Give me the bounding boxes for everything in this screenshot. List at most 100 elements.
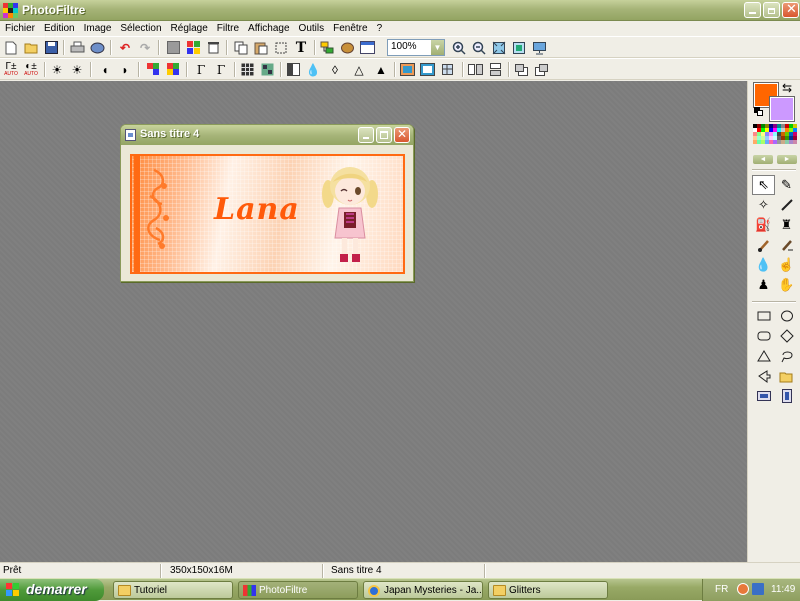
saturation-minus-icon[interactable] (144, 61, 162, 78)
brightness-plus-icon[interactable]: ☀ (68, 61, 86, 78)
chevron-down-icon[interactable]: ▼ (431, 40, 444, 55)
blur-icon[interactable]: 💧 (752, 255, 775, 275)
frame-icon[interactable] (418, 61, 436, 78)
fullscreen-icon[interactable] (510, 39, 528, 56)
saturation-plus-icon[interactable] (164, 61, 182, 78)
pointer-tool-icon[interactable]: ⇖ (752, 175, 775, 195)
new-icon[interactable] (2, 39, 20, 56)
text-tool-icon[interactable]: T (292, 39, 310, 56)
close-button[interactable]: ✕ (782, 2, 799, 18)
layers-icon[interactable] (318, 39, 336, 56)
mosaic-icon[interactable] (258, 61, 276, 78)
brightness-minus-icon[interactable]: ☀ (48, 61, 66, 78)
menu-reglage[interactable]: Réglage (167, 21, 213, 36)
advanced-brush-icon[interactable] (775, 235, 798, 255)
smudge-icon[interactable]: ☝ (775, 255, 798, 275)
grid-icon[interactable] (238, 61, 256, 78)
gamma-plus-icon[interactable]: Γ (212, 61, 230, 78)
auto-contrast-icon[interactable]: ◐± AUTO (22, 61, 40, 78)
image-canvas[interactable]: Lana (130, 154, 405, 274)
color-palette[interactable] (753, 124, 797, 152)
rounded-rect-icon[interactable] (752, 326, 775, 346)
undo-icon[interactable]: ↶ (116, 39, 134, 56)
document-title-bar[interactable]: Sans titre 4 ✕ (121, 125, 413, 145)
zoom-select[interactable]: 100% ▼ (387, 39, 445, 56)
swap-colors-icon[interactable]: ⇆ (782, 81, 792, 95)
menu-help[interactable]: ? (373, 21, 388, 36)
invert-icon[interactable] (284, 61, 302, 78)
triangle-sharp-icon[interactable]: ▲ (372, 61, 390, 78)
color-grid-icon[interactable] (184, 39, 202, 56)
save-icon[interactable] (42, 39, 60, 56)
clone-stamp-icon[interactable]: ♟ (752, 275, 775, 295)
zoom-out-icon[interactable] (470, 39, 488, 56)
transform-icon[interactable] (438, 61, 456, 78)
lasso-icon[interactable] (775, 346, 798, 366)
eyedropper-icon[interactable]: ✎ (775, 175, 798, 195)
grey-square-icon[interactable] (164, 39, 182, 56)
copy-icon[interactable] (232, 39, 250, 56)
doc-maximize-button[interactable] (376, 127, 392, 143)
trash-icon[interactable] (204, 39, 222, 56)
image-effect-icon[interactable] (398, 61, 416, 78)
flip-v-icon[interactable] (486, 61, 504, 78)
menu-fichier[interactable]: Fichier (1, 21, 40, 36)
menu-image[interactable]: Image (80, 21, 117, 36)
window-icon[interactable] (358, 39, 376, 56)
palette-next-icon[interactable]: ► (777, 155, 797, 164)
polygon-lasso-icon[interactable] (752, 366, 775, 386)
triangle-shape-icon[interactable] (752, 346, 775, 366)
redo-icon[interactable]: ↷ (136, 39, 154, 56)
selection-h-icon[interactable] (752, 386, 775, 406)
print-icon[interactable] (68, 39, 86, 56)
drop-icon[interactable]: 💧 (304, 61, 322, 78)
open-shape-icon[interactable] (775, 366, 798, 386)
palette-prev-icon[interactable]: ◄ (753, 155, 773, 164)
gamma-minus-icon[interactable]: Γ (192, 61, 210, 78)
flip-h-icon[interactable] (466, 61, 484, 78)
auto-levels-icon[interactable]: Γ± AUTO (2, 61, 20, 78)
doc-close-button[interactable]: ✕ (394, 127, 410, 143)
minimize-button[interactable] (744, 2, 761, 18)
menu-edition[interactable]: Edition (40, 21, 80, 36)
fill-bucket-icon[interactable]: ⛽ (752, 215, 775, 235)
hand-icon[interactable]: ✋ (775, 275, 798, 295)
task-photofiltre[interactable]: PhotoFiltre (238, 581, 358, 599)
menu-affichage[interactable]: Affichage (244, 21, 295, 36)
paste-icon[interactable] (252, 39, 270, 56)
drop-outline-icon[interactable]: ◊ (326, 61, 344, 78)
zoom-in-icon[interactable] (450, 39, 468, 56)
rotate-right-icon[interactable] (532, 61, 550, 78)
doc-minimize-button[interactable] (358, 127, 374, 143)
task-japan-mysteries[interactable]: Japan Mysteries - Ja... (363, 581, 483, 599)
task-glitters[interactable]: Glitters (488, 581, 608, 599)
network-icon[interactable] (752, 583, 764, 595)
start-button[interactable]: demarrer (0, 579, 104, 601)
filter-bug-icon[interactable] (338, 39, 356, 56)
menu-filtre[interactable]: Filtre (213, 21, 244, 36)
document-window[interactable]: Sans titre 4 ✕ Lana (120, 124, 414, 282)
tray-back-icon[interactable] (737, 583, 749, 595)
menu-fenetre[interactable]: Fenêtre (329, 21, 372, 36)
contrast-minus-icon[interactable]: ◖ (96, 61, 114, 78)
menu-outils[interactable]: Outils (295, 21, 330, 36)
language-indicator[interactable]: FR (715, 584, 728, 595)
monitor-icon[interactable] (530, 39, 548, 56)
contrast-plus-icon[interactable]: ◗ (116, 61, 134, 78)
triangle-icon[interactable]: △ (350, 61, 368, 78)
restore-button[interactable] (763, 2, 780, 18)
background-color-swatch[interactable] (769, 96, 795, 122)
task-tutoriel[interactable]: Tutoriel (113, 581, 233, 599)
palette-swatch[interactable] (793, 140, 797, 144)
magic-wand-icon[interactable]: ✧ (752, 195, 775, 215)
open-icon[interactable] (22, 39, 40, 56)
brush-icon[interactable] (752, 235, 775, 255)
ellipse-icon[interactable] (775, 306, 798, 326)
scan-icon[interactable] (88, 39, 106, 56)
selection-v-icon[interactable] (775, 386, 798, 406)
rectangle-icon[interactable] (752, 306, 775, 326)
menu-selection[interactable]: Sélection (116, 21, 166, 36)
spray-icon[interactable]: ♜ (775, 215, 798, 235)
reset-colors-icon[interactable] (754, 107, 763, 116)
diamond-icon[interactable] (775, 326, 798, 346)
